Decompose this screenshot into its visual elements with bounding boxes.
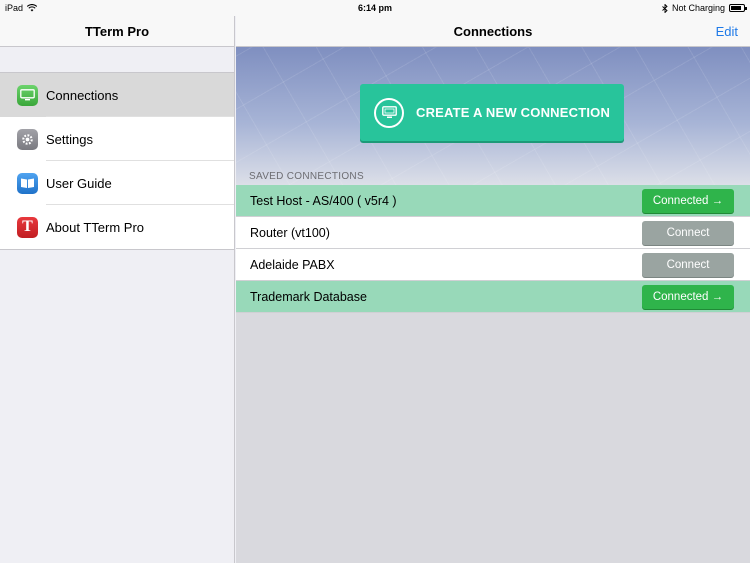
status-time: 6:14 pm [357, 3, 392, 13]
create-connection-button[interactable]: CREATE A NEW CONNECTION [360, 84, 624, 141]
connection-name: Test Host - AS/400 ( v5r4 ) [250, 193, 397, 208]
sidebar-item-label: Settings [46, 131, 93, 147]
sidebar-title: TTerm Pro [0, 16, 234, 47]
connected-button[interactable]: Connected → [642, 189, 734, 213]
battery-icon [729, 4, 747, 12]
bluetooth-icon [662, 3, 668, 13]
create-connection-label: CREATE A NEW CONNECTION [416, 105, 611, 120]
main-navbar: Connections Edit [236, 16, 750, 47]
sidebar-item-connections[interactable]: Connections [0, 73, 234, 117]
sidebar-item-label: Connections [46, 87, 119, 103]
sidebar: TTerm Pro Connections Settings User Guid… [0, 0, 235, 563]
sidebar-item-about[interactable]: T About TTerm Pro [0, 205, 234, 249]
charging-status: Not Charging [671, 3, 725, 13]
connection-row[interactable]: Test Host - AS/400 ( v5r4 ) Connected → [236, 185, 750, 217]
sidebar-item-label: User Guide [46, 175, 112, 191]
sidebar-item-settings[interactable]: Settings [0, 117, 234, 161]
sidebar-item-user-guide[interactable]: User Guide [0, 161, 234, 205]
sidebar-menu: Connections Settings User Guide T About … [0, 72, 234, 250]
tterm-logo-icon: T [17, 216, 38, 238]
sidebar-item-label: About TTerm Pro [46, 219, 145, 235]
connected-button[interactable]: Connected → [642, 285, 734, 309]
connection-name: Router (vt100) [250, 225, 330, 240]
connection-row[interactable]: Router (vt100) Connect [236, 217, 750, 249]
edit-button[interactable]: Edit [716, 16, 738, 47]
monitor-icon [17, 84, 38, 106]
banner: CREATE A NEW CONNECTION SAVED CONNECTION… [236, 47, 750, 185]
connect-button[interactable]: Connect [642, 221, 734, 245]
book-icon [17, 172, 38, 194]
main-panel: Connections Edit CREATE A NEW CONNECTION… [236, 0, 750, 563]
status-right: Not Charging [662, 3, 747, 13]
connection-name: Adelaide PABX [250, 257, 335, 272]
section-header: SAVED CONNECTIONS [249, 171, 364, 182]
connections-list: Test Host - AS/400 ( v5r4 ) Connected → … [236, 185, 750, 313]
connection-row[interactable]: Trademark Database Connected → [236, 281, 750, 313]
connection-name: Trademark Database [250, 289, 367, 304]
gear-icon [17, 128, 38, 150]
connection-row[interactable]: Adelaide PABX Connect [236, 249, 750, 281]
connect-button[interactable]: Connect [642, 253, 734, 277]
page-title: Connections [453, 24, 533, 39]
monitor-icon [374, 97, 404, 128]
status-bar: iPad 6:14 pm Not Charging [0, 0, 750, 16]
